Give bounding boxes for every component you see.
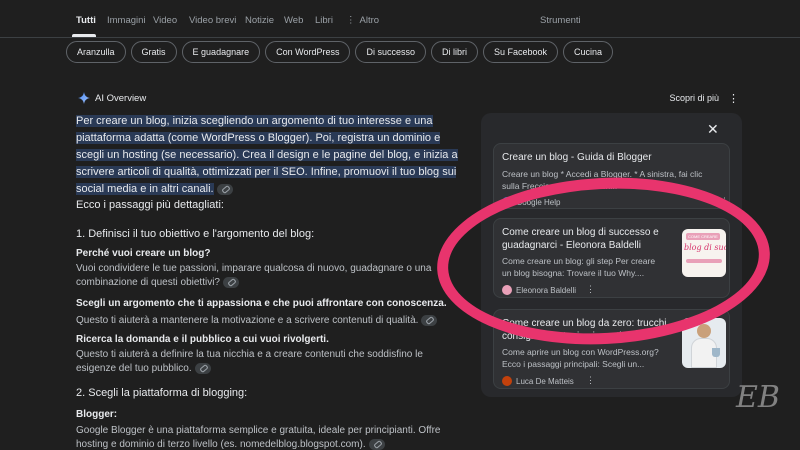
chip-cucina[interactable]: Cucina [563, 41, 614, 63]
sparkle-icon [78, 92, 90, 104]
link-icon[interactable] [222, 276, 239, 288]
source-snippet-2: Ecco i passaggi principali: Scegli un... [502, 359, 645, 369]
question-why-body-2: combinazione di questi obiettivi? [76, 276, 239, 290]
choose-topic-body: Questo ti aiuterà a mantenere la motivaz… [76, 314, 438, 328]
close-icon[interactable]: ✕ [707, 121, 719, 138]
blogger-body-2: hosting e dominio di terzo livello (es. … [76, 438, 385, 450]
blogger-body-2-text: hosting e dominio di terzo livello (es. … [76, 439, 366, 450]
tab-notizie[interactable]: Notizie [245, 15, 274, 26]
source-title: Creare un blog - Guida di Blogger [502, 152, 652, 163]
steps-intro: Ecco i passaggi più dettagliati: [76, 199, 224, 211]
link-icon[interactable] [368, 438, 385, 450]
chip-e-guadagnare[interactable]: E guadagnare [181, 41, 261, 63]
thumbnail-person-head [697, 324, 711, 338]
ai-overview-header: AI Overview [78, 91, 146, 105]
research-audience-body-2: esigenze del tuo pubblico. [76, 362, 211, 376]
source-snippet-1: Come aprire un blog con WordPress.org? [502, 347, 659, 357]
chip-aranzulla[interactable]: Aranzulla [66, 41, 126, 63]
chip-gratis[interactable]: Gratis [130, 41, 177, 63]
kebab-icon: ⋮ [346, 15, 356, 26]
chip-di-successo[interactable]: Di successo [355, 41, 426, 63]
tab-tutti[interactable]: Tutti [76, 15, 96, 26]
source-attribution: Luca De Matteis [502, 376, 574, 386]
tools-button[interactable]: Strumenti [540, 15, 581, 26]
tab-altro[interactable]: ⋮ Altro [346, 15, 379, 26]
tab-altro-label: Altro [359, 15, 380, 26]
question-why: Perché vuoi creare un blog? [76, 248, 211, 259]
question-why-body-2-text: combinazione di questi obiettivi? [76, 277, 220, 288]
learn-more-link[interactable]: Scopri di più [669, 93, 719, 103]
step-1-heading: 1. Definisci il tuo obiettivo e l'argome… [76, 228, 315, 240]
research-audience-body-1: Questo ti aiuterà a definire la tua nicc… [76, 349, 423, 360]
overview-summary: Per creare un blog, inizia scegliendo un… [76, 113, 461, 198]
chip-con-wordpress[interactable]: Con WordPress [265, 41, 351, 63]
question-why-body-1: Vuoi condividere le tue passioni, impara… [76, 263, 432, 274]
blogger-body-1: Google Blogger è una piattaforma semplic… [76, 425, 441, 436]
watermark-logo: EB [736, 380, 780, 415]
chip-su-facebook[interactable]: Su Facebook [483, 41, 559, 63]
choose-topic-body-text: Questo ti aiuterà a mantenere la motivaz… [76, 315, 419, 326]
research-audience: Ricerca la domanda e il pubblico a cui v… [76, 334, 329, 345]
link-icon[interactable] [216, 183, 233, 195]
thumbnail-cup [712, 348, 720, 357]
ai-overview-title: AI Overview [95, 92, 147, 104]
tab-video-brevi[interactable]: Video brevi [189, 15, 236, 26]
link-icon[interactable] [194, 362, 211, 374]
source-name: Luca De Matteis [516, 376, 574, 386]
tab-immagini[interactable]: Immagini [107, 15, 146, 26]
link-icon[interactable] [421, 314, 438, 326]
tab-video[interactable]: Video [153, 15, 177, 26]
active-tab-indicator [72, 34, 96, 37]
more-options-icon[interactable]: ⋮ [728, 92, 739, 105]
tab-libri[interactable]: Libri [315, 15, 333, 26]
search-tabs-bar: Tutti Immagini Video Video brevi Notizie… [0, 0, 800, 38]
ai-overview-content: Per creare un blog, inizia scegliendo un… [76, 113, 461, 198]
chip-di-libri[interactable]: Di libri [430, 41, 478, 63]
blogger-label: Blogger: [76, 409, 118, 420]
choose-topic: Scegli un argomento che ti appassiona e … [76, 298, 447, 309]
research-audience-body-2-text: esigenze del tuo pubblico. [76, 363, 192, 374]
tab-web[interactable]: Web [284, 15, 303, 26]
step-2-heading: 2. Scegli la piattaforma di blogging: [76, 387, 248, 399]
site-favicon-icon [502, 376, 512, 386]
summary-highlight: Per creare un blog, inizia scegliendo un… [76, 115, 458, 195]
refinement-chips: Aranzulla Gratis E guadagnare Con WordPr… [66, 41, 614, 65]
kebab-icon[interactable]: ⋮ [586, 375, 595, 386]
